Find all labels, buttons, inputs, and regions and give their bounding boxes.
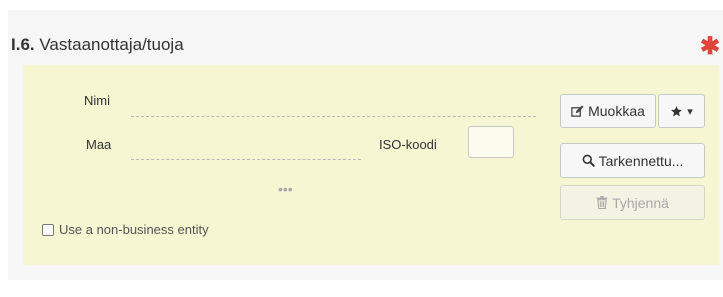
country-field[interactable] (131, 159, 361, 160)
country-label: Maa (86, 137, 112, 152)
non-business-label: Use a non-business entity (59, 222, 209, 237)
section-title-text: Vastaanottaja/tuoja (39, 35, 184, 54)
consignee-panel: Nimi Maa ISO-koodi ••• Use a non-busines… (23, 65, 719, 265)
edit-icon (571, 104, 584, 118)
non-business-checkbox[interactable]: Use a non-business entity (42, 222, 209, 237)
clear-button[interactable]: Tyhjennä (560, 185, 705, 220)
chevron-down-icon: ▾ (687, 105, 693, 118)
more-fields-toggle[interactable]: ••• (278, 181, 293, 197)
edit-button-label: Muokkaa (588, 103, 645, 119)
edit-button[interactable]: Muokkaa (560, 94, 656, 128)
search-icon (582, 154, 595, 167)
checkbox-icon[interactable] (42, 223, 54, 236)
advanced-search-button[interactable]: Tarkennettu... (560, 143, 705, 178)
section-title: I.6. Vastaanottaja/tuoja (11, 35, 184, 55)
star-icon (670, 105, 683, 118)
iso-code-input[interactable] (468, 126, 514, 158)
trash-icon (596, 196, 608, 209)
clear-button-label: Tyhjennä (612, 194, 669, 211)
name-field[interactable] (131, 116, 536, 117)
advanced-search-label: Tarkennettu... (598, 152, 684, 169)
section-container: I.6. Vastaanottaja/tuoja ✱ Nimi Maa ISO-… (8, 10, 723, 280)
iso-code-label: ISO-koodi (379, 137, 437, 152)
section-number: I.6. (11, 35, 35, 54)
name-label: Nimi (84, 93, 110, 108)
required-mark-icon: ✱ (700, 33, 721, 60)
favorites-dropdown-button[interactable]: ▾ (658, 94, 705, 128)
